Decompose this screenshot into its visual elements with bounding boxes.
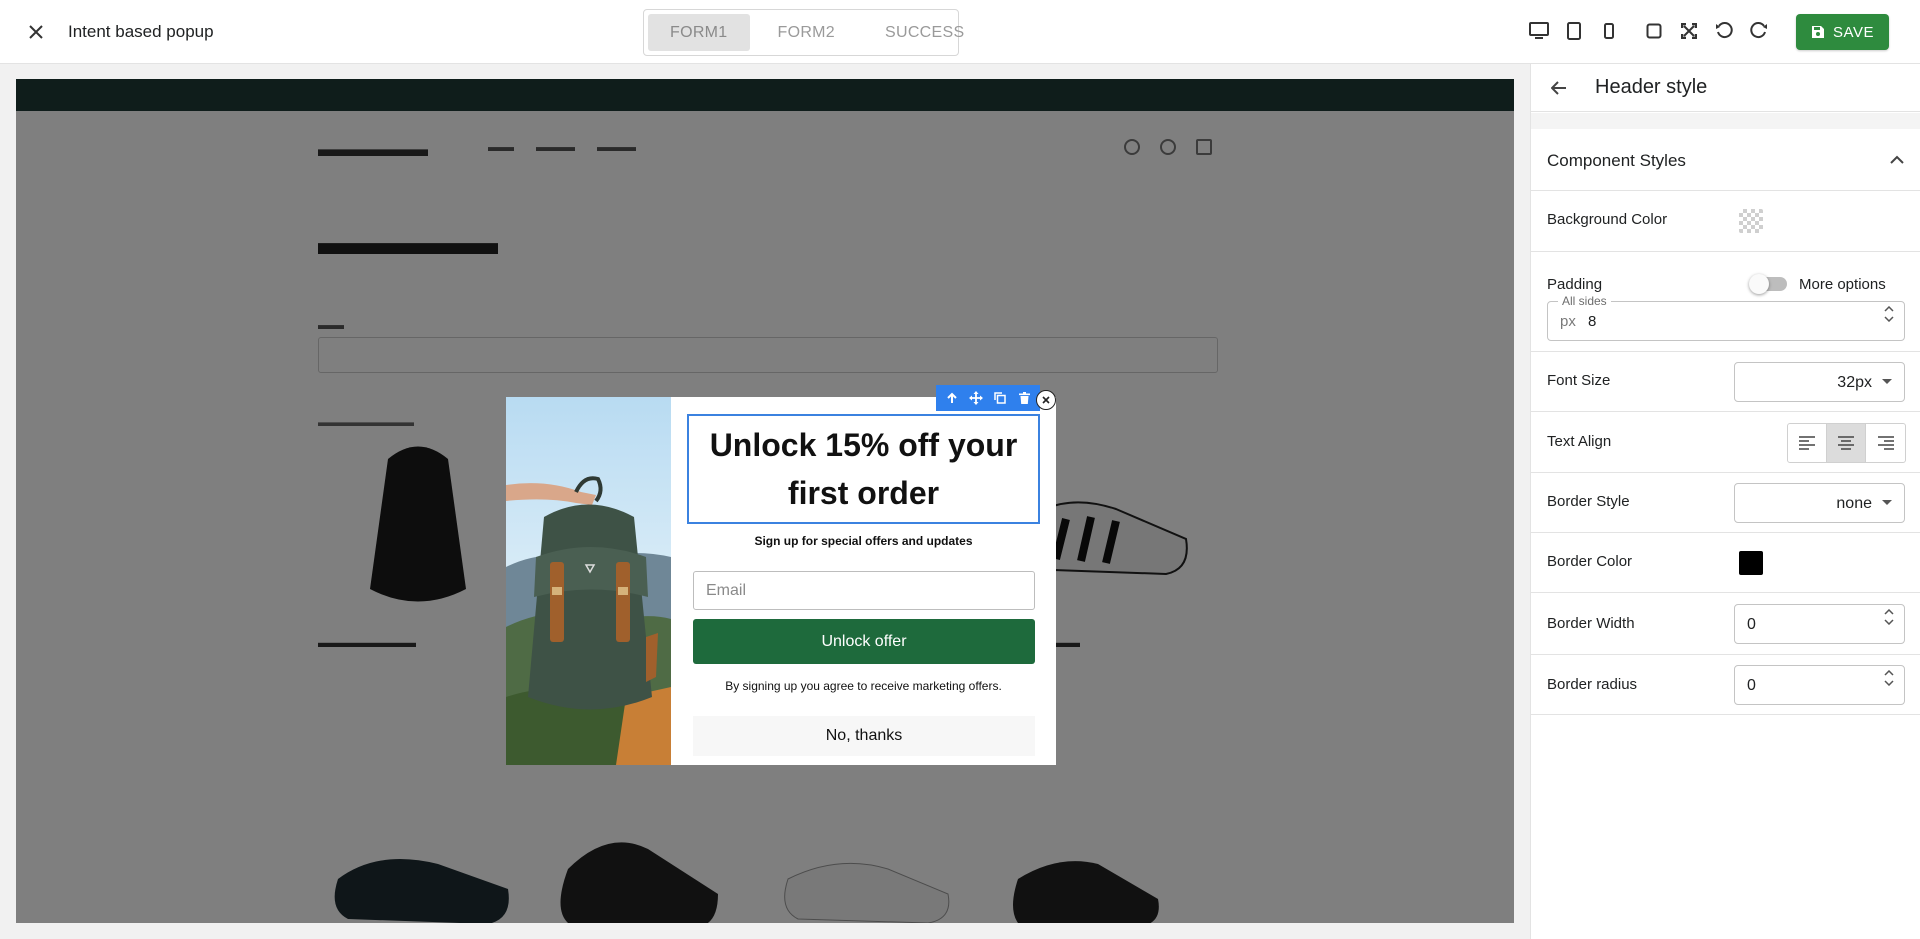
border-radius-row: Border radius 0	[1531, 655, 1920, 715]
undo-icon[interactable]	[1712, 17, 1736, 45]
duplicate-icon[interactable]	[991, 389, 1009, 407]
editor-canvas: ▬▬▬▬▬ ▬▬▬▬▬▬▬▬ ▬▬▬▬▬ ▬▬ ▬▬▬▬▬▬▬▬ ▬▬▬▬▬▬▬…	[0, 64, 1530, 939]
border-radius-field[interactable]: 0	[1734, 665, 1905, 705]
background-color-label: Background Color	[1547, 211, 1668, 228]
save-label: SAVE	[1833, 23, 1874, 41]
popup-hero-image	[506, 397, 671, 765]
text-align-row: Text Align	[1531, 412, 1920, 473]
panel-header: Header style	[1531, 64, 1920, 112]
page-title: Intent based popup	[68, 22, 214, 41]
save-button[interactable]: SAVE	[1796, 14, 1889, 50]
padding-all-sides-field[interactable]: All sides px 8	[1547, 294, 1905, 341]
border-color-swatch[interactable]	[1739, 551, 1763, 575]
email-field[interactable]	[693, 571, 1035, 610]
align-center-icon[interactable]	[1827, 424, 1866, 462]
component-toolbar	[936, 385, 1040, 411]
border-width-label: Border Width	[1547, 615, 1635, 632]
fullscreen-icon[interactable]	[1677, 17, 1701, 45]
border-style-value: none	[1836, 495, 1872, 512]
form-tabs: FORM1 FORM2 SUCCESS	[643, 9, 964, 56]
view-toolbar	[1527, 17, 1771, 45]
dropdown-caret-icon	[1882, 379, 1892, 384]
popup-subheading: Sign up for special offers and updates	[754, 534, 973, 548]
popup-form: Unlock 15% off your first order Sign up …	[506, 385, 1056, 765]
mobile-view-icon[interactable]	[1597, 17, 1621, 45]
dropdown-caret-icon	[1882, 500, 1892, 505]
border-style-label: Border Style	[1547, 493, 1630, 510]
border-color-label: Border Color	[1547, 553, 1633, 570]
border-color-row: Border Color	[1531, 533, 1920, 593]
close-icon[interactable]	[20, 18, 52, 46]
border-radius-stepper[interactable]	[1882, 670, 1896, 686]
back-arrow-icon[interactable]	[1545, 74, 1573, 102]
popup-heading-block[interactable]: Unlock 15% off your first order	[687, 414, 1040, 524]
all-sides-legend: All sides	[1558, 294, 1611, 308]
unlock-offer-button[interactable]: Unlock offer	[693, 619, 1035, 664]
no-thanks-button[interactable]: No, thanks	[693, 716, 1035, 756]
tab-success[interactable]: SUCCESS	[863, 14, 986, 51]
component-styles-header[interactable]: Component Styles	[1531, 129, 1920, 191]
padding-unit: px	[1560, 313, 1576, 330]
move-up-icon[interactable]	[943, 389, 961, 407]
background-color-row: Background Color	[1531, 191, 1920, 252]
text-align-group	[1787, 423, 1906, 463]
font-size-row: Font Size 32px	[1531, 352, 1920, 412]
store-preview: ▬▬▬▬▬ ▬▬▬▬▬▬▬▬ ▬▬▬▬▬ ▬▬ ▬▬▬▬▬▬▬▬ ▬▬▬▬▬▬▬…	[16, 79, 1514, 923]
font-size-value: 32px	[1837, 374, 1872, 391]
drag-move-icon[interactable]	[967, 389, 985, 407]
close-popup-icon[interactable]	[1036, 390, 1056, 410]
popup-content: Unlock 15% off your first order Sign up …	[671, 397, 1056, 765]
border-style-row: Border Style none	[1531, 473, 1920, 533]
section-title: Component Styles	[1547, 151, 1686, 170]
align-right-icon[interactable]	[1866, 424, 1905, 462]
popup-disclaimer: By signing up you agree to receive marke…	[725, 679, 1002, 693]
border-radius-value: 0	[1747, 677, 1756, 694]
tab-form2[interactable]: FORM2	[756, 14, 858, 51]
redo-icon[interactable]	[1747, 17, 1771, 45]
padding-row: Padding More options All sides px 8	[1531, 252, 1920, 352]
border-width-field[interactable]: 0	[1734, 604, 1905, 644]
tablet-view-icon[interactable]	[1562, 17, 1586, 45]
border-width-stepper[interactable]	[1882, 609, 1896, 625]
padding-value: 8	[1588, 313, 1597, 330]
border-radius-label: Border radius	[1547, 676, 1638, 693]
preview-frame-icon[interactable]	[1642, 17, 1666, 45]
more-options-toggle[interactable]	[1749, 274, 1787, 294]
panel-divider	[1531, 113, 1920, 129]
more-options-label: More options	[1799, 276, 1886, 293]
background-color-swatch[interactable]	[1739, 209, 1763, 233]
chevron-up-icon	[1887, 149, 1907, 169]
border-style-select[interactable]: none	[1734, 483, 1905, 523]
border-width-row: Border Width 0	[1531, 593, 1920, 655]
text-align-label: Text Align	[1547, 433, 1612, 450]
padding-label: Padding	[1547, 276, 1603, 293]
delete-icon[interactable]	[1015, 389, 1033, 407]
font-size-select[interactable]: 32px	[1734, 362, 1905, 402]
top-bar: Intent based popup FORM1 FORM2 SUCCESS S…	[0, 0, 1920, 64]
font-size-label: Font Size	[1547, 372, 1611, 389]
popup-heading: Unlock 15% off your first order	[709, 427, 1018, 511]
padding-stepper[interactable]	[1882, 306, 1896, 322]
panel-title: Header style	[1595, 76, 1708, 98]
save-icon	[1812, 26, 1825, 38]
align-left-icon[interactable]	[1788, 424, 1827, 462]
style-panel: Header style Component Styles Background…	[1530, 64, 1920, 939]
tab-form1[interactable]: FORM1	[648, 14, 750, 51]
desktop-view-icon[interactable]	[1527, 17, 1551, 45]
border-width-value: 0	[1747, 616, 1756, 633]
